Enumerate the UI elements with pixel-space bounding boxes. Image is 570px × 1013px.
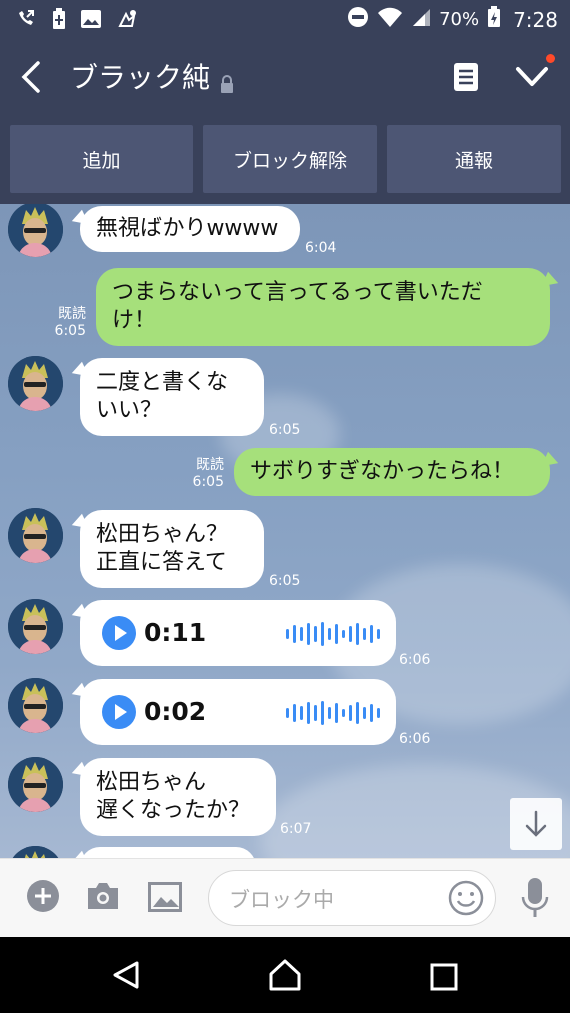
message-bubble[interactable]: 無視ばかりwwww (80, 206, 300, 252)
waveform-icon (286, 621, 380, 647)
gesture-icon (116, 8, 138, 30)
message-bubble[interactable]: 二度と書くな いい？ (80, 358, 264, 436)
avatar[interactable] (8, 508, 63, 563)
message-time: 6:04 (305, 240, 337, 256)
status-bar: 70% 7:28 (0, 0, 570, 38)
read-receipt: 既読 6:05 (186, 457, 224, 491)
battery-charging-icon (487, 6, 501, 33)
camera-icon[interactable] (86, 881, 120, 915)
message-time: 6:07 (280, 821, 312, 837)
read-label: 既読 (196, 457, 224, 473)
avatar[interactable] (8, 678, 63, 733)
home-nav-icon[interactable] (268, 959, 302, 995)
voice-message[interactable]: 0:11 (80, 600, 396, 666)
read-receipt: 既読 6:05 (48, 306, 86, 340)
back-arrow-icon[interactable] (16, 60, 46, 94)
microphone-icon[interactable] (520, 877, 550, 923)
play-icon[interactable] (102, 695, 136, 729)
waveform-icon (286, 700, 380, 726)
message-line: け！ (112, 308, 157, 333)
scroll-down-icon[interactable] (510, 798, 562, 850)
image-notification-icon (80, 9, 102, 29)
wifi-icon (377, 7, 403, 32)
chat-area[interactable]: 無視ばかりwwww 6:04 既読 6:05 つまらないって言ってるって書いただ… (0, 204, 570, 858)
signal-icon (411, 7, 431, 32)
avatar[interactable] (8, 204, 63, 257)
message-line: 二度と書くな (96, 370, 229, 395)
input-placeholder: ブロック中 (229, 888, 334, 912)
unblock-button[interactable]: ブロック解除 (203, 125, 377, 193)
message-line: 松田ちゃん (96, 770, 207, 795)
read-label: 既読 (58, 306, 86, 322)
battery-percent: 70% (439, 9, 480, 30)
message-line: 松田ちゃん？ (96, 522, 229, 547)
message-time: 6:05 (269, 573, 301, 589)
notification-dot (546, 54, 555, 63)
message-input[interactable]: ブロック中 (208, 870, 496, 926)
avatar[interactable] (8, 356, 63, 411)
message-time: 6:05 (54, 323, 86, 339)
message-time: 6:05 (269, 422, 301, 438)
call-forward-icon (16, 8, 38, 30)
lock-icon (220, 67, 234, 93)
voice-message[interactable]: 0:02 (80, 679, 396, 745)
recents-nav-icon[interactable] (430, 963, 458, 995)
report-button[interactable]: 通報 (387, 125, 561, 193)
message-bubble[interactable]: 松田ちゃん 遅くなったか？ (80, 758, 276, 836)
message-bubble[interactable]: サボりすぎなかったらね！ (234, 448, 550, 496)
plus-icon[interactable] (26, 879, 60, 917)
avatar[interactable] (8, 757, 63, 812)
note-icon[interactable] (452, 62, 480, 92)
message-time: 6:06 (399, 731, 431, 747)
chat-header: ブラック純 (0, 38, 570, 116)
chevron-down-icon[interactable] (512, 60, 552, 94)
emoji-icon[interactable] (447, 879, 485, 921)
message-time: 6:05 (192, 474, 224, 490)
do-not-disturb-icon (347, 6, 369, 33)
avatar[interactable] (8, 846, 63, 858)
message-line: 正直に答えて (96, 550, 227, 575)
clock: 7:28 (513, 7, 558, 32)
play-icon[interactable] (102, 616, 136, 650)
action-bar: 追加 ブロック解除 通報 (0, 116, 570, 204)
voice-duration: 0:02 (144, 697, 207, 726)
avatar[interactable] (8, 599, 63, 654)
input-bar: ブロック中 (0, 858, 570, 938)
message-line: いい？ (96, 398, 163, 423)
back-nav-icon[interactable] (111, 959, 143, 995)
voice-duration: 0:11 (144, 618, 207, 647)
system-nav-bar (0, 937, 570, 1013)
message-bubble[interactable]: 松田ちゃん？ 正直に答えて (80, 510, 264, 588)
message-line: つまらないって言ってるって書いただ (112, 280, 483, 305)
battery-saver-icon (52, 8, 66, 30)
message-bubble[interactable]: つまらないって言ってるって書いただ け！ (96, 268, 550, 346)
message-bubble[interactable] (80, 847, 256, 858)
image-icon[interactable] (147, 881, 183, 917)
chat-title: ブラック純 (70, 56, 234, 96)
contact-name: ブラック純 (70, 61, 211, 94)
message-time: 6:06 (399, 652, 431, 668)
add-friend-button[interactable]: 追加 (10, 125, 193, 193)
message-line: 遅くなったか？ (96, 798, 251, 823)
